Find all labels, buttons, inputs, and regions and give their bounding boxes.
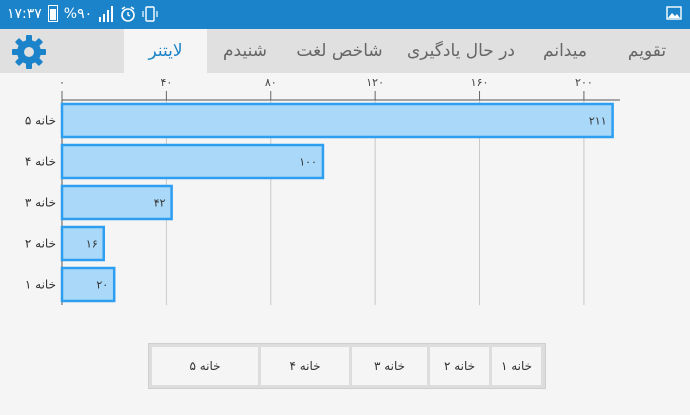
status-bar: ۱۷:۳۷ %۹۰ [0, 0, 690, 29]
tab-bar: لایتنر شنیدم شاخص لغت در حال یادگیری مید… [0, 29, 690, 73]
x-tick-label: ۱۲۰ [366, 76, 384, 89]
x-tick-label: ۴۰ [160, 76, 172, 89]
status-left: ۱۷:۳۷ %۹۰ [7, 5, 158, 22]
chart-legend: خانه ۱ خانه ۲ خانه ۳ خانه ۴ خانه ۵ [148, 343, 546, 389]
alarm-icon [121, 5, 135, 22]
legend-item-1: خانه ۱ [492, 347, 541, 385]
x-tick-label: ۲۰۰ [575, 76, 593, 89]
category-label: خانه ۱ [25, 278, 56, 292]
battery-percent: %۹۰ [63, 5, 93, 22]
bar [60, 102, 614, 139]
bar-value-label: ۴۲ [154, 197, 166, 210]
bar-value-label: ۱۶ [86, 238, 98, 251]
phone-vibrate-icon [142, 5, 158, 22]
signal-icon [99, 5, 114, 22]
bar-value-label: ۲۱۱ [589, 115, 607, 128]
tab-calendar[interactable]: تقویم [604, 29, 690, 73]
x-tick-label: ۱۶۰ [471, 76, 489, 89]
bar [60, 143, 325, 180]
x-tick-label: ۰ [59, 76, 65, 89]
legend-item-3: خانه ۳ [352, 347, 427, 385]
gear-icon[interactable] [10, 33, 48, 71]
x-tick-label: ۸۰ [265, 76, 277, 89]
battery-icon [47, 5, 58, 22]
bar-value-label: ۱۰۰ [299, 156, 317, 169]
category-label: خانه ۲ [25, 237, 56, 251]
category-label: خانه ۴ [25, 155, 56, 169]
bar-value-label: ۲۰ [96, 279, 108, 292]
tab-word-index[interactable]: شاخص لغت [283, 29, 396, 73]
tab-known[interactable]: میدانم [526, 29, 604, 73]
tab-learning[interactable]: در حال یادگیری [396, 29, 526, 73]
category-label: خانه ۵ [25, 114, 56, 128]
legend-item-4: خانه ۴ [261, 347, 349, 385]
category-label: خانه ۳ [25, 196, 56, 210]
legend-item-5: خانه ۵ [152, 347, 258, 385]
legend-item-2: خانه ۲ [430, 347, 489, 385]
tab-leitner[interactable]: لایتنر [124, 29, 207, 73]
leitner-bar-chart: ۰ ۴۰ ۸۰ ۱۲۰ ۱۶۰ ۲۰۰ ۲۱۱ خانه ۵ ۱۰۰ خانه ۴ ۴۲ خانه ۳… [25, 76, 620, 305]
tab-heard[interactable]: شنیدم [207, 29, 283, 73]
clock: ۱۷:۳۷ [7, 5, 42, 22]
gallery-notification-icon [666, 6, 682, 20]
